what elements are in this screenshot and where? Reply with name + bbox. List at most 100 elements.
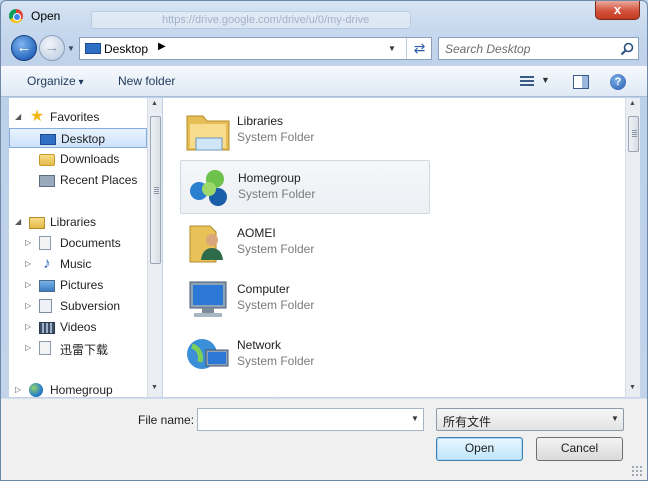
- resize-grip-icon[interactable]: [631, 465, 643, 477]
- scroll-down-arrow-icon[interactable]: ▼: [629, 384, 636, 391]
- file-type-select[interactable]: 所有文件 ▼: [436, 408, 624, 431]
- file-list-scrollbar[interactable]: ▲ ▼: [625, 98, 640, 397]
- search-icon[interactable]: [620, 42, 634, 56]
- expand-arrow-icon[interactable]: ▷: [15, 385, 21, 394]
- help-button[interactable]: ?: [610, 74, 626, 90]
- nav-item-star[interactable]: ◢ ★ Favorites: [9, 107, 147, 127]
- nav-item-label: Subversion: [60, 299, 121, 313]
- nav-item-recent-places[interactable]: Recent Places: [9, 170, 147, 190]
- pictures-icon: [39, 280, 55, 292]
- address-bar[interactable]: Desktop ▶ ▼ ⇄: [79, 37, 432, 60]
- file-name-label: File name:: [138, 413, 195, 427]
- chevron-down-icon[interactable]: ▼: [541, 75, 550, 85]
- new-folder-button[interactable]: New folder: [118, 74, 175, 88]
- nav-item-videos[interactable]: ▷ Videos: [9, 317, 147, 337]
- scroll-up-arrow-icon[interactable]: ▲: [629, 100, 636, 107]
- nav-item-label: Homegroup: [50, 383, 113, 397]
- music-icon: ♪: [43, 255, 51, 272]
- libraries-folder-icon: [184, 108, 232, 154]
- address-location[interactable]: Desktop: [104, 42, 148, 56]
- refresh-button[interactable]: ⇄: [406, 38, 432, 59]
- expand-arrow-icon[interactable]: ▷: [25, 322, 31, 331]
- file-item-name: Network: [237, 338, 282, 352]
- view-list-icon: [520, 76, 534, 88]
- search-input[interactable]: [445, 41, 615, 56]
- preview-pane-button[interactable]: [573, 75, 589, 89]
- file-item-type: System Folder: [237, 354, 315, 368]
- chevron-down-icon[interactable]: ▼: [611, 414, 619, 423]
- star-icon: ★: [29, 108, 45, 125]
- navigation-pane: ◢ ★ Favorites Desktop Downloads Recent Places…: [9, 98, 162, 397]
- file-item-name: Computer: [237, 282, 290, 296]
- organize-menu-button[interactable]: Organize: [27, 74, 84, 88]
- grip-icon: [632, 130, 637, 137]
- chrome-icon: [9, 9, 23, 23]
- back-button[interactable]: ←: [11, 35, 37, 61]
- address-history-chevron-down-icon[interactable]: ▼: [388, 44, 396, 53]
- title-bar[interactable]: Open https://drive.google.com/drive/u/0/…: [1, 1, 647, 31]
- breadcrumb-arrow-icon[interactable]: ▶: [158, 41, 166, 52]
- collapse-arrow-icon[interactable]: ◢: [15, 217, 21, 226]
- scroll-down-arrow-icon[interactable]: ▼: [151, 384, 158, 391]
- file-list: Libraries System Folder Homegroup System Fo…: [163, 98, 625, 397]
- nav-item-label: Favorites: [50, 110, 100, 124]
- videos-icon: [39, 322, 55, 334]
- chevron-down-icon[interactable]: ▼: [411, 414, 419, 423]
- file-item-type: System Folder: [237, 130, 315, 144]
- open-button[interactable]: Open: [436, 437, 523, 461]
- window-title: Open: [31, 9, 61, 23]
- homegroup-icon: [185, 165, 233, 211]
- file-item-name: Libraries: [237, 114, 284, 128]
- expand-arrow-icon[interactable]: ▷: [25, 280, 31, 289]
- documents-icon: [39, 236, 51, 250]
- recent-pages-chevron-down-icon[interactable]: ▼: [67, 44, 75, 53]
- expand-arrow-icon[interactable]: ▷: [25, 301, 31, 310]
- subversion-icon: [39, 299, 52, 313]
- nav-item-documents[interactable]: ▷ Documents: [9, 233, 147, 253]
- desktop-icon: [40, 134, 56, 145]
- file-item-archive-folder[interactable]: 360压缩: [180, 384, 430, 397]
- file-item-libraries-folder[interactable]: Libraries System Folder: [180, 104, 430, 158]
- file-item-name: Homegroup: [238, 171, 301, 185]
- nav-item-label: Recent Places: [60, 173, 138, 187]
- file-item-name: 360压缩: [237, 394, 281, 397]
- background-url: https://drive.google.com/drive/u/0/my-dr…: [162, 14, 370, 26]
- scroll-up-arrow-icon[interactable]: ▲: [151, 100, 158, 107]
- navigation-bar: ← → ▼ Desktop ▶ ▼ ⇄: [1, 32, 647, 64]
- nav-item-music[interactable]: ▷ ♪ Music: [9, 254, 147, 274]
- file-item-network[interactable]: Network System Folder: [180, 328, 430, 382]
- scrollbar-thumb[interactable]: [150, 116, 161, 264]
- command-toolbar: Organize New folder ▼ ?: [1, 65, 647, 97]
- cancel-button[interactable]: Cancel: [536, 437, 623, 461]
- file-item-computer[interactable]: Computer System Folder: [180, 272, 430, 326]
- nav-item-downloads-folder[interactable]: Downloads: [9, 149, 147, 169]
- nav-item-libraries[interactable]: ◢ Libraries: [9, 212, 147, 232]
- open-dialog: Open https://drive.google.com/drive/u/0/…: [0, 0, 648, 481]
- user-folder-icon: [184, 220, 232, 266]
- expand-arrow-icon[interactable]: ▷: [25, 343, 31, 352]
- forward-button[interactable]: →: [39, 35, 65, 61]
- nav-item-homegroup[interactable]: ▷ Homegroup: [9, 380, 147, 397]
- expand-arrow-icon[interactable]: ▷: [25, 259, 31, 268]
- archive-folder-icon: [184, 388, 232, 397]
- nav-item-xunlei-download[interactable]: ▷ 迅雷下载: [9, 338, 147, 358]
- file-item-homegroup[interactable]: Homegroup System Folder: [180, 160, 430, 214]
- search-box[interactable]: [438, 37, 639, 60]
- grip-icon: [154, 187, 159, 194]
- navigation-pane-scrollbar[interactable]: ▲ ▼: [147, 98, 162, 397]
- collapse-arrow-icon[interactable]: ◢: [15, 112, 21, 121]
- nav-item-pictures[interactable]: ▷ Pictures: [9, 275, 147, 295]
- nav-item-label: 迅雷下载: [60, 343, 109, 357]
- nav-item-desktop[interactable]: Desktop: [9, 128, 147, 148]
- file-name-combobox[interactable]: ▼: [197, 408, 424, 431]
- file-item-user-folder[interactable]: AOMEI System Folder: [180, 216, 430, 270]
- scrollbar-thumb[interactable]: [628, 116, 639, 152]
- change-view-button[interactable]: ▼: [517, 74, 553, 90]
- nav-item-label: Pictures: [60, 278, 104, 292]
- file-name-input[interactable]: [202, 412, 402, 427]
- close-button[interactable]: x: [595, 1, 640, 20]
- network-icon: [184, 332, 232, 378]
- nav-item-subversion[interactable]: ▷ Subversion: [9, 296, 147, 316]
- file-item-type: System Folder: [238, 187, 316, 201]
- expand-arrow-icon[interactable]: ▷: [25, 238, 31, 247]
